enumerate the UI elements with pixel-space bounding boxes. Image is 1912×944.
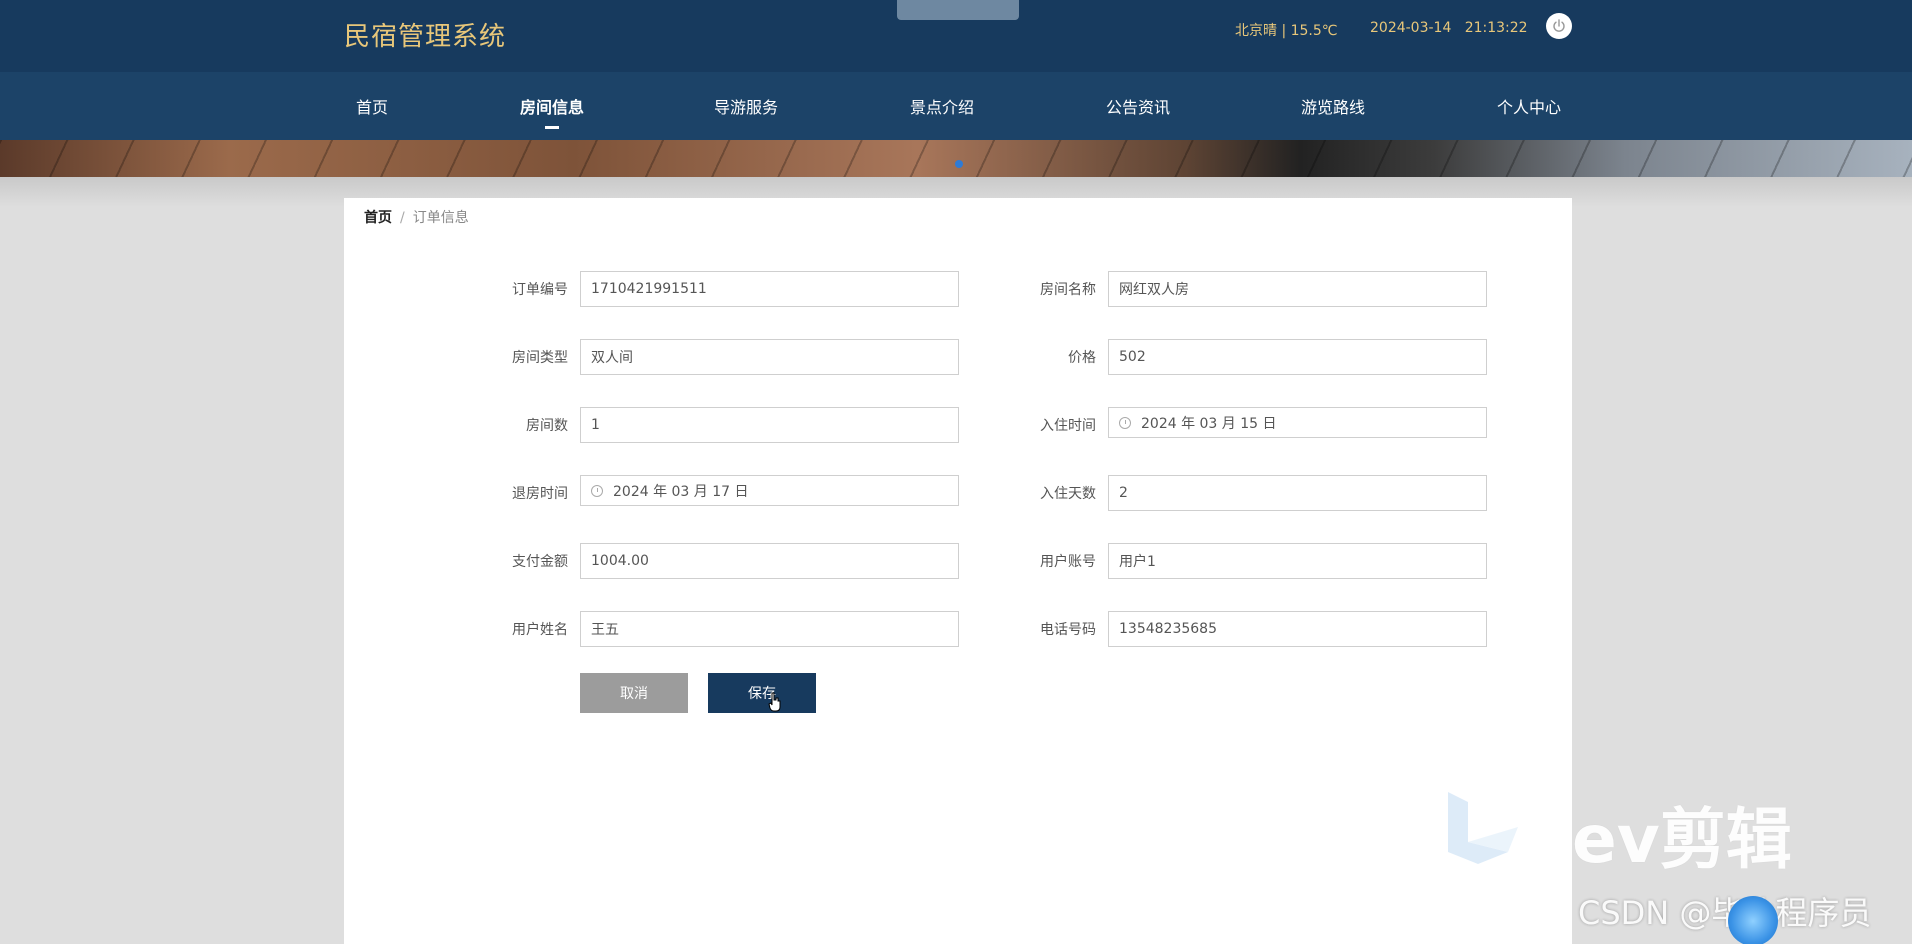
editor-logo-icon [1448, 792, 1518, 864]
current-datetime: 2024-03-14 21:13:22 [1370, 20, 1528, 36]
hand-cursor-icon [768, 692, 781, 712]
user-name-input[interactable]: 王五 [580, 611, 959, 647]
breadcrumb-current: 订单信息 [412, 210, 469, 226]
nav-guide-service[interactable]: 导游服务 [714, 94, 778, 118]
nav-tour-routes[interactable]: 游览路线 [1301, 94, 1365, 118]
pay-amount-input[interactable]: 1004.00 [580, 543, 959, 579]
clock-icon [591, 484, 603, 497]
save-button[interactable]: 保存 [708, 673, 816, 713]
user-name-label: 用户姓名 [512, 622, 568, 638]
carousel-dot[interactable] [955, 160, 963, 168]
nav-home[interactable]: 首页 [356, 94, 388, 118]
breadcrumb-separator: / [400, 210, 405, 226]
editor-watermark: ev剪辑 [1572, 801, 1792, 878]
phone-input[interactable]: 13548235685 [1108, 611, 1487, 647]
active-nav-indicator [545, 126, 559, 129]
user-account-input[interactable]: 用户1 [1108, 543, 1487, 579]
room-count-label: 房间数 [526, 418, 568, 434]
power-icon[interactable] [1546, 13, 1572, 39]
stay-days-input[interactable]: 2 [1108, 475, 1487, 511]
banner-image [0, 140, 1912, 177]
nav-room-info[interactable]: 房间信息 [520, 94, 584, 118]
checkout-time-label: 退房时间 [512, 486, 568, 502]
brand-title: 民宿管理系统 [344, 22, 507, 52]
nav-personal-center[interactable]: 个人中心 [1497, 94, 1561, 118]
price-input[interactable]: 502 [1108, 339, 1487, 375]
pay-amount-label: 支付金额 [512, 554, 568, 570]
room-type-label: 房间类型 [512, 350, 568, 366]
csdn-watermark: CSDN @毕业程序员 [1578, 894, 1872, 932]
top-pull-tab[interactable] [897, 0, 1019, 20]
nav-announcements[interactable]: 公告资讯 [1106, 94, 1170, 118]
breadcrumb: 首页 / 订单信息 [364, 207, 469, 227]
nav-attractions[interactable]: 景点介绍 [910, 94, 974, 118]
room-name-label: 房间名称 [1040, 282, 1096, 298]
weather-info: 北京晴 | 15.5℃ [1235, 23, 1338, 39]
breadcrumb-home[interactable]: 首页 [364, 210, 392, 226]
room-name-input[interactable]: 网红双人房 [1108, 271, 1487, 307]
order-no-label: 订单编号 [512, 282, 568, 298]
room-type-input[interactable]: 双人间 [580, 339, 959, 375]
user-account-label: 用户账号 [1040, 554, 1096, 570]
cancel-button[interactable]: 取消 [580, 673, 688, 713]
checkout-date-picker[interactable]: 2024 年 03 月 17 日 [580, 475, 959, 506]
watermark-badge-icon [1728, 896, 1778, 944]
top-header: 民宿管理系统 北京晴 | 15.5℃ 2024-03-14 21:13:22 [0, 0, 1912, 72]
phone-label: 电话号码 [1040, 622, 1096, 638]
stay-days-label: 入住天数 [1040, 486, 1096, 502]
order-no-input[interactable]: 1710421991511 [580, 271, 959, 307]
main-nav: 首页 房间信息 导游服务 景点介绍 公告资讯 游览路线 个人中心 [0, 72, 1912, 140]
room-count-input[interactable]: 1 [580, 407, 959, 443]
checkin-time-label: 入住时间 [1040, 418, 1096, 434]
price-label: 价格 [1068, 350, 1096, 366]
checkin-date-picker[interactable]: 2024 年 03 月 15 日 [1108, 407, 1487, 438]
clock-icon [1119, 416, 1131, 429]
